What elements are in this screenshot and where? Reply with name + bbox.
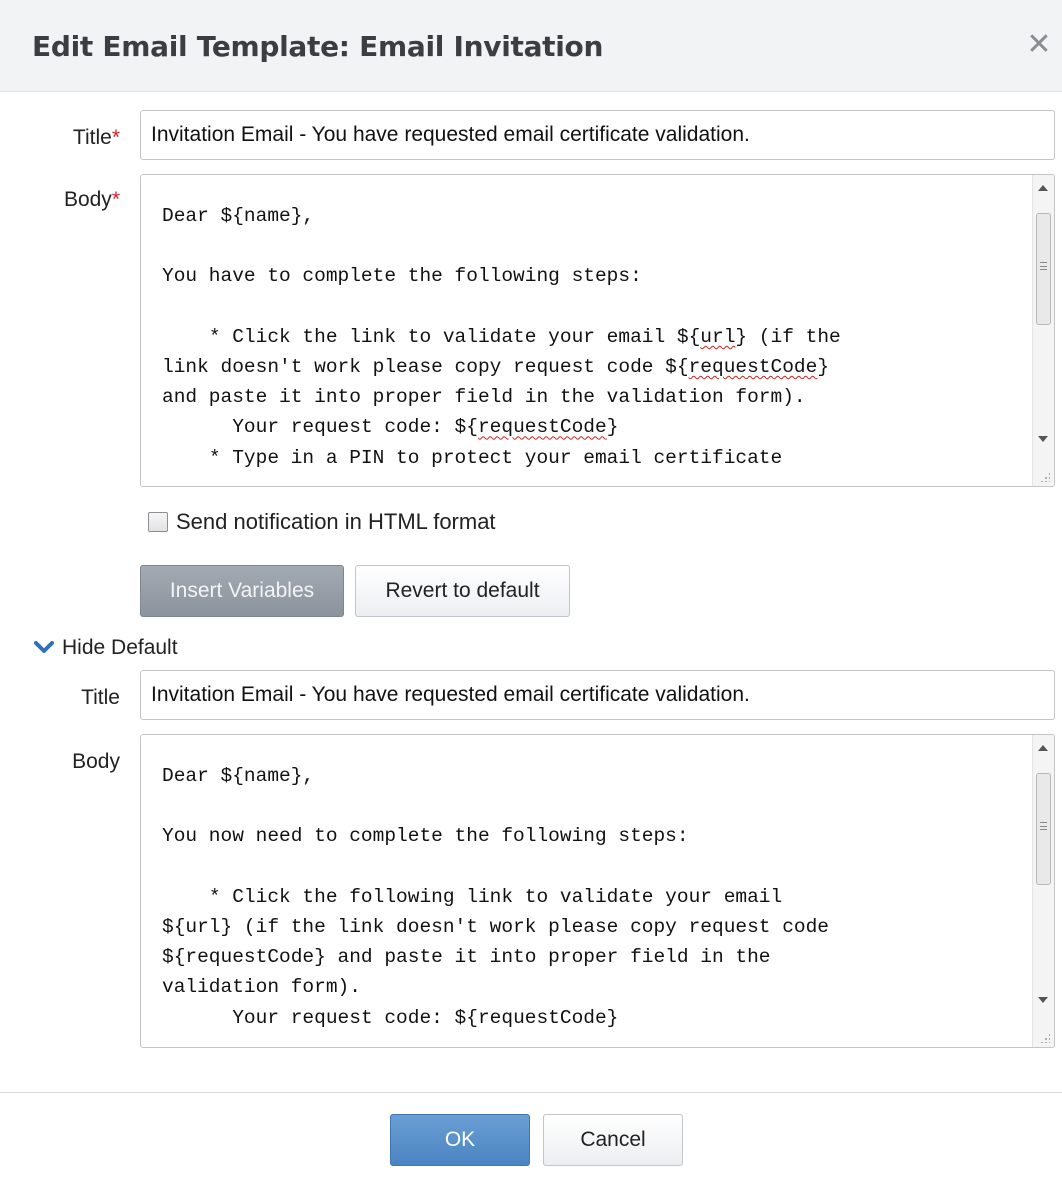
revert-to-default-button[interactable]: Revert to default: [355, 565, 570, 617]
html-format-checkbox[interactable]: [148, 512, 168, 532]
dialog-title: Edit Email Template: Email Invitation: [32, 30, 604, 63]
body-label-text: Body: [63, 188, 112, 211]
default-title-label: Title: [81, 686, 120, 709]
default-body-line: ${requestCode} and paste it into proper …: [162, 946, 771, 969]
chevron-down-icon: [34, 641, 54, 655]
default-body-text: Dear ${name}, You now need to complete t…: [162, 761, 1024, 1033]
body-line: You have to complete the following steps…: [162, 265, 642, 288]
title-input[interactable]: Invitation Email - You have requested em…: [140, 110, 1055, 160]
dialog-header: Edit Email Template: Email Invitation ✕: [0, 0, 1062, 92]
cancel-button[interactable]: Cancel: [543, 1114, 683, 1166]
scroll-down-icon[interactable]: [1038, 997, 1048, 1003]
body-scrollbar[interactable]: [1032, 175, 1054, 486]
default-body-line: Dear ${name},: [162, 765, 315, 787]
default-body-label: Body: [72, 750, 120, 773]
default-title-input[interactable]: Invitation Email - You have requested em…: [140, 670, 1055, 720]
body-text: Dear ${name}, You have to complete the f…: [162, 201, 1024, 473]
body-line: link doesn't work please copy request co…: [162, 356, 830, 379]
default-body-line: ${url} (if the link doesn't work please …: [162, 916, 830, 939]
scroll-thumb[interactable]: [1036, 213, 1051, 325]
scroll-down-icon[interactable]: [1038, 436, 1048, 442]
footer-divider: [0, 1092, 1062, 1093]
scroll-up-icon[interactable]: [1038, 745, 1048, 751]
required-mark: *: [111, 188, 120, 211]
html-format-option[interactable]: Send notification in HTML format: [148, 508, 496, 536]
body-line: and paste it into proper field in the va…: [162, 386, 806, 409]
ok-button[interactable]: OK: [390, 1114, 530, 1166]
body-line: * Type in a PIN to protect your email ce…: [162, 446, 783, 469]
scroll-thumb[interactable]: [1036, 773, 1051, 885]
body-textarea[interactable]: Dear ${name}, You have to complete the f…: [140, 174, 1055, 487]
default-body-line: * Click the following link to validate y…: [162, 885, 783, 908]
hide-default-toggle[interactable]: Hide Default: [34, 636, 178, 660]
required-mark: *: [111, 126, 120, 149]
default-body-scrollbar[interactable]: [1032, 735, 1054, 1047]
body-line: Your request code: ${requestCode}: [162, 416, 619, 439]
body-line: * Click the link to validate your email …: [162, 325, 841, 348]
default-body-line: Your request code: ${requestCode}: [162, 1006, 619, 1029]
grip-icon: [1040, 262, 1047, 270]
hide-default-label: Hide Default: [62, 636, 178, 659]
body-label: Body*: [0, 188, 120, 212]
default-body-textarea[interactable]: Dear ${name}, You now need to complete t…: [140, 734, 1055, 1048]
default-body-line: validation form).: [162, 976, 361, 999]
scroll-up-icon[interactable]: [1038, 185, 1048, 191]
grip-icon: [1040, 822, 1047, 830]
html-format-label[interactable]: Send notification in HTML format: [176, 509, 496, 535]
body-line: Dear ${name},: [162, 205, 315, 227]
title-label: Title*: [0, 126, 120, 150]
close-icon[interactable]: ✕: [1024, 30, 1054, 60]
insert-variables-button[interactable]: Insert Variables: [140, 565, 344, 617]
title-label-text: Title: [72, 126, 112, 149]
default-body-line: You now need to complete the following s…: [162, 825, 689, 848]
